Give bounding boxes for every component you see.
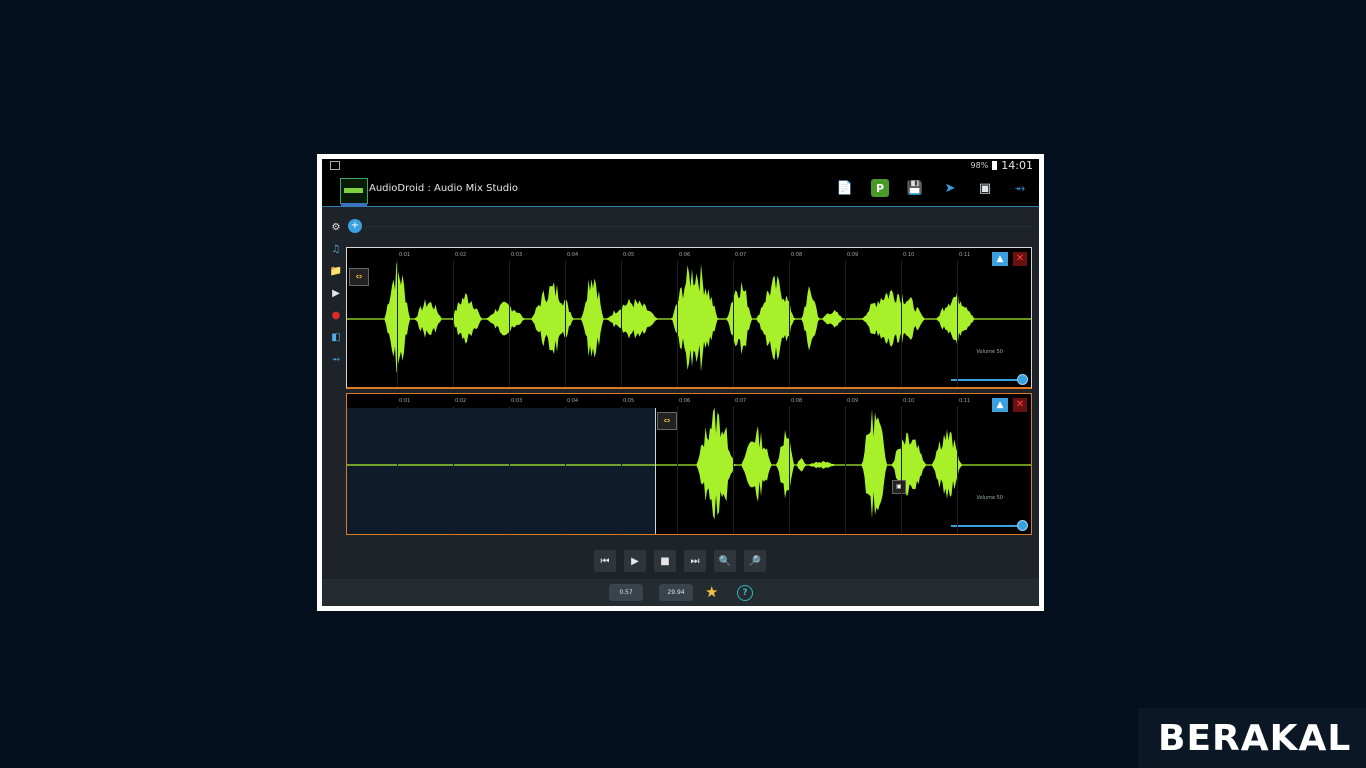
transport-controls: ⏮ ▶ ■ ⏭ 🔍 🔎 (594, 550, 766, 572)
battery-percent: 98% (970, 161, 989, 170)
site-watermark: BERAKAL (1138, 708, 1366, 768)
clock: 14:01 (1001, 159, 1033, 172)
gridline (453, 406, 454, 534)
gridline (789, 260, 790, 387)
gridline (677, 406, 678, 534)
volume-slider[interactable] (951, 374, 1028, 385)
clip-start-line[interactable] (655, 408, 656, 534)
zoom-in-icon[interactable]: 🔎 (744, 550, 766, 572)
app-logo-icon[interactable] (340, 178, 368, 206)
screenshot-indicator-icon (330, 161, 340, 170)
zoom-out-icon[interactable]: 🔍 (714, 550, 736, 572)
play-icon[interactable]: ▶ (624, 550, 646, 572)
device-screenshot-frame: 98% 14:01 AudioDroid : Audio Mix Studio … (317, 154, 1044, 611)
gridline (509, 406, 510, 534)
waveform[interactable] (347, 394, 1032, 535)
gridline (901, 406, 902, 534)
settings-icon[interactable]: ⚙ (328, 219, 344, 236)
bottom-bar: 0.57 29.94 ★ ? (322, 579, 1039, 606)
volume-slider-knob[interactable] (1017, 374, 1028, 385)
gridline (397, 406, 398, 534)
app-title: AudioDroid : Audio Mix Studio (369, 183, 518, 194)
gridline (621, 260, 622, 387)
skip-back-icon[interactable]: ⏮ (594, 550, 616, 572)
gridline (845, 260, 846, 387)
plugin-icon[interactable]: P (871, 179, 889, 197)
volume-slider-knob[interactable] (1017, 520, 1028, 531)
gridline (565, 406, 566, 534)
audio-track-2[interactable]: 0:01 0:02 0:03 0:04 0:05 0:06 0:07 0:08 0:09 0:10… (346, 393, 1032, 535)
clip-handle-icon[interactable]: ▣ (892, 480, 906, 494)
gridline (957, 406, 958, 534)
watermark-text: BERAKAL (1158, 718, 1352, 759)
share-icon[interactable]: ⥇ (328, 351, 344, 368)
gridline (733, 260, 734, 387)
gridline (845, 406, 846, 534)
gridline (677, 260, 678, 387)
timeline-ruler (366, 226, 1032, 227)
audio-track-1[interactable]: 0:01 0:02 0:03 0:04 0:05 0:06 0:07 0:08 0:09 0:10… (346, 247, 1032, 389)
total-time[interactable]: 29.94 (659, 584, 693, 601)
gridline (453, 260, 454, 387)
new-file-icon[interactable]: 📄 (836, 179, 854, 197)
waveform-shape (347, 261, 1031, 374)
gridline (621, 406, 622, 534)
link-icon[interactable]: ▣ (976, 179, 994, 197)
gridline (901, 260, 902, 387)
remove-track-button[interactable]: ✕ (1013, 252, 1027, 266)
action-bar: AudioDroid : Audio Mix Studio 📄 P 💾 ➤ ▣ … (322, 173, 1039, 207)
folder-icon[interactable]: 📁 (328, 263, 344, 280)
tool-strip: ⚙ ♫ 📁 ▶ ● ◧ ⥇ (328, 219, 344, 368)
select-cursor-icon[interactable]: ➤ (941, 179, 959, 197)
music-library-icon[interactable]: ♫ (328, 241, 344, 258)
clip-start-marker[interactable]: ⇔ (349, 268, 369, 286)
add-track-button[interactable]: + (348, 219, 362, 233)
star-icon[interactable]: ★ (705, 583, 718, 601)
skip-forward-icon[interactable]: ⏭ (684, 550, 706, 572)
play-icon[interactable]: ▶ (328, 285, 344, 302)
gridline (397, 260, 398, 387)
gridline (565, 260, 566, 387)
collapse-track-button[interactable]: ▲ (992, 398, 1008, 412)
gridline (957, 260, 958, 387)
volume-slider[interactable] (951, 520, 1028, 531)
waveform[interactable] (347, 248, 1032, 389)
help-icon[interactable]: ? (737, 585, 753, 601)
remove-track-button[interactable]: ✕ (1013, 398, 1027, 412)
clip-start-marker[interactable]: ⇔ (657, 412, 677, 430)
stop-icon[interactable]: ■ (654, 550, 676, 572)
volume-label: Volume 50 (976, 495, 1003, 501)
position-time[interactable]: 0.57 (609, 584, 643, 601)
volume-label: Volume 50 (976, 349, 1003, 355)
gridline (733, 406, 734, 534)
record-icon[interactable]: ● (328, 307, 344, 324)
crop-icon[interactable]: ◧ (328, 329, 344, 346)
battery-icon (992, 161, 998, 170)
collapse-track-button[interactable]: ▲ (992, 252, 1008, 266)
share-icon[interactable]: ⥇ (1011, 179, 1029, 197)
waveform-shape (347, 407, 1031, 520)
gridline (509, 260, 510, 387)
status-bar: 98% 14:01 (322, 159, 1039, 173)
app-screen: 98% 14:01 AudioDroid : Audio Mix Studio … (322, 159, 1039, 606)
gridline (789, 406, 790, 534)
save-icon[interactable]: 💾 (906, 179, 924, 197)
